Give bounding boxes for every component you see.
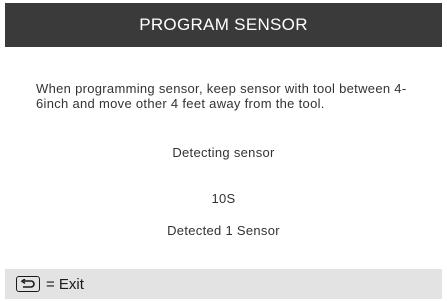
- title-bar: PROGRAM SENSOR: [5, 3, 442, 47]
- content-area: When programming sensor, keep sensor wit…: [5, 47, 442, 269]
- exit-label: = Exit: [46, 275, 84, 293]
- footer-bar: = Exit: [5, 269, 442, 299]
- countdown-timer: 10S: [211, 191, 236, 206]
- return-arrow-icon: [20, 279, 35, 288]
- instruction-text: When programming sensor, keep sensor wit…: [36, 81, 407, 111]
- page-title: PROGRAM SENSOR: [139, 15, 308, 34]
- detection-result-text: Detected 1 Sensor: [167, 223, 280, 238]
- detecting-status-text: Detecting sensor: [172, 145, 275, 160]
- program-sensor-screen: PROGRAM SENSOR When programming sensor, …: [0, 0, 447, 301]
- exit-button[interactable]: [16, 276, 40, 292]
